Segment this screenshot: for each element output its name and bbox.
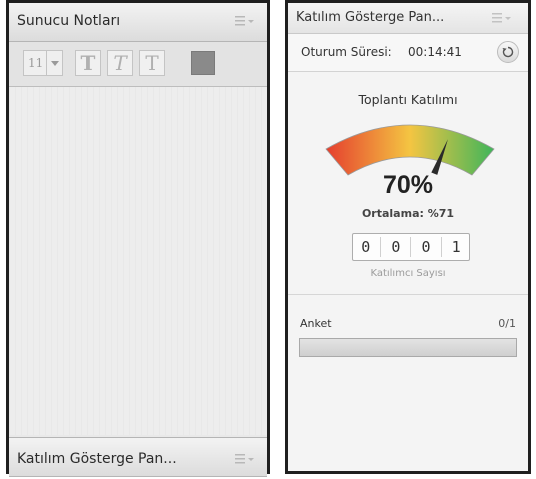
counter-divider <box>410 237 412 257</box>
panel-title: Sunucu Notları <box>17 13 121 29</box>
chevron-down-icon[interactable] <box>46 51 62 75</box>
attendance-dashboard-panel: Katılım Gösterge Pan... Oturum Süresi: 0… <box>285 0 531 474</box>
attendance-percentage: 70% <box>382 171 434 199</box>
counter-divider <box>380 237 382 257</box>
formatting-toolbar: 11 T T T <box>9 42 267 87</box>
participant-count-label: Katılımcı Sayısı <box>370 268 446 279</box>
attendance-average: Ortalama: %71 <box>361 207 455 220</box>
participant-counter: 0 0 0 1 <box>352 233 470 261</box>
poll-count: 0/1 <box>498 317 516 330</box>
font-size-select[interactable]: 11 <box>23 50 63 76</box>
bold-button[interactable]: T <box>75 50 101 76</box>
session-duration-label: Oturum Süresi: <box>301 45 392 59</box>
presenter-notes-header: Sunucu Notları <box>9 3 267 42</box>
font-size-value: 11 <box>28 56 44 70</box>
counter-digit: 0 <box>361 238 371 256</box>
counter-digit: 0 <box>421 238 431 256</box>
panel-title: Katılım Gösterge Pan... <box>17 451 177 467</box>
session-duration-row: Oturum Süresi: 00:14:41 <box>288 34 528 72</box>
panel-title: Katılım Gösterge Pan... <box>296 10 445 25</box>
presenter-notes-panel: Sunucu Notları 11 T T T Katılım Gösterge… <box>6 0 270 477</box>
notes-text-area[interactable] <box>9 87 267 435</box>
presenter-notes-body: Sunucu Notları 11 T T T Katılım Gösterge… <box>9 3 267 477</box>
counter-digit: 1 <box>451 238 461 256</box>
underline-button[interactable]: T <box>139 50 165 76</box>
gauge-arc <box>325 124 495 176</box>
menu-icon[interactable] <box>492 12 514 24</box>
poll-label: Anket <box>300 317 332 330</box>
counter-divider <box>440 237 442 257</box>
italic-button[interactable]: T <box>107 50 133 76</box>
menu-icon[interactable] <box>235 453 257 465</box>
text-color-button[interactable] <box>191 51 215 75</box>
meeting-attendance-label: Toplantı Katılımı <box>358 92 458 107</box>
poll-progress-bar <box>299 338 517 357</box>
attendance-dashboard-header: Katılım Gösterge Pan... <box>288 3 528 34</box>
attendance-dashboard-collapsed-header[interactable]: Katılım Gösterge Pan... <box>9 437 267 477</box>
refresh-icon <box>502 46 514 58</box>
menu-icon[interactable] <box>235 15 257 27</box>
attendance-dashboard-body: Katılım Gösterge Pan... Oturum Süresi: 0… <box>288 3 528 471</box>
divider <box>288 294 528 295</box>
attendance-gauge <box>325 124 495 176</box>
refresh-button[interactable] <box>497 41 519 63</box>
counter-digit: 0 <box>391 238 401 256</box>
session-duration-value: 00:14:41 <box>408 45 462 59</box>
